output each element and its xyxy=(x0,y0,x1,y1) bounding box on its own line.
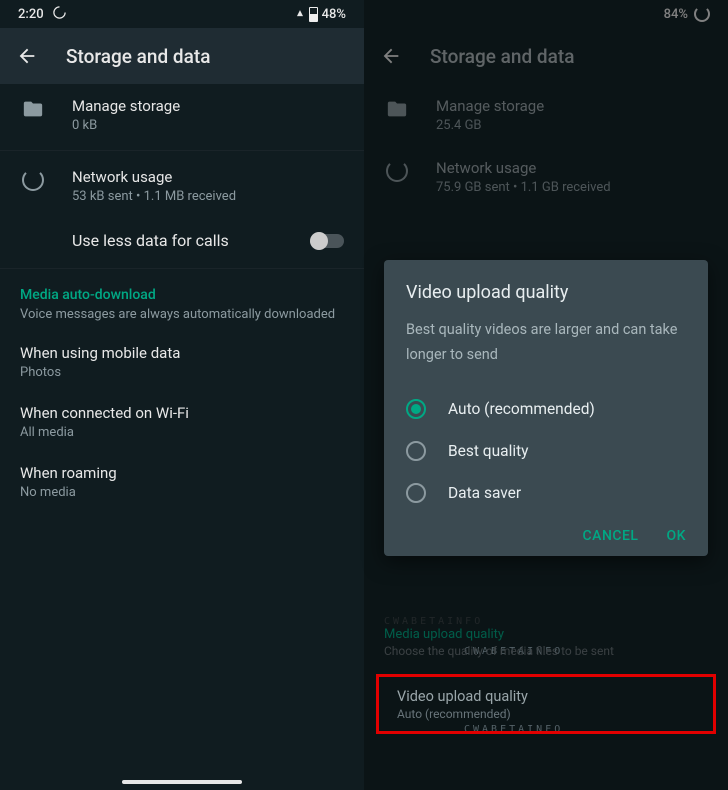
radio-option-auto[interactable]: Auto (recommended) xyxy=(406,388,686,430)
divider xyxy=(0,150,364,151)
radio-icon xyxy=(406,441,426,461)
media-auto-download-heading: Media auto-download xyxy=(0,273,364,307)
folder-icon xyxy=(22,98,44,116)
video-upload-quality-row-highlighted[interactable]: Video upload quality Auto (recommended) xyxy=(376,674,716,734)
phone-screenshot-right: 84% Storage and data Manage storage 25.4… xyxy=(364,0,728,790)
cancel-button[interactable]: CANCEL xyxy=(583,528,639,544)
radio-option-saver[interactable]: Data saver xyxy=(406,472,686,514)
video-upload-value: Auto (recommended) xyxy=(397,707,695,721)
video-upload-label: Video upload quality xyxy=(397,688,695,705)
video-upload-quality-dialog: Video upload quality Best quality videos… xyxy=(384,260,708,556)
roaming-value: No media xyxy=(20,485,344,500)
network-usage-value: 75.9 GB sent • 1.1 GB received xyxy=(436,180,712,195)
use-less-data-toggle[interactable] xyxy=(310,234,344,248)
radio-icon xyxy=(406,399,426,419)
network-usage-label: Network usage xyxy=(72,168,348,186)
back-arrow-icon[interactable] xyxy=(16,45,38,67)
page-title: Storage and data xyxy=(66,45,210,68)
dialog-description: Best quality videos are larger and can t… xyxy=(406,317,686,368)
mobile-data-value: Photos xyxy=(20,365,344,380)
mobile-data-row[interactable]: When using mobile data Photos xyxy=(0,332,364,392)
battery-text: 84% xyxy=(664,7,688,22)
folder-icon xyxy=(386,98,408,116)
network-usage-label: Network usage xyxy=(436,159,712,177)
radio-label: Data saver xyxy=(448,484,521,502)
media-upload-quality-section: CWABETAINFO Media upload quality Choose … xyxy=(364,620,728,658)
divider xyxy=(0,268,364,269)
wifi-value: All media xyxy=(20,425,344,440)
radio-icon xyxy=(406,483,426,503)
manage-storage-value: 25.4 GB xyxy=(436,118,712,133)
loading-icon xyxy=(694,6,710,22)
watermark-text: CWABETAINFO xyxy=(384,616,708,627)
manage-storage-value: 0 kB xyxy=(72,118,348,133)
wifi-row[interactable]: When connected on Wi-Fi All media xyxy=(0,392,364,452)
status-bar: 84% xyxy=(364,0,728,28)
manage-storage-row[interactable]: Manage storage 0 kB xyxy=(0,84,364,146)
use-less-data-row[interactable]: Use less data for calls xyxy=(0,217,364,264)
manage-storage-label: Manage storage xyxy=(436,97,712,115)
roaming-label: When roaming xyxy=(20,464,344,482)
data-usage-icon xyxy=(386,160,408,182)
status-time: 2:20 xyxy=(18,7,44,22)
radio-option-best[interactable]: Best quality xyxy=(406,430,686,472)
data-usage-icon xyxy=(22,169,44,191)
roaming-row[interactable]: When roaming No media xyxy=(0,452,364,512)
radio-label: Auto (recommended) xyxy=(448,400,595,418)
back-arrow-icon[interactable] xyxy=(380,45,402,67)
radio-label: Best quality xyxy=(448,442,529,460)
network-usage-row[interactable]: Network usage 53 kB sent • 1.1 MB receiv… xyxy=(0,155,364,217)
mobile-data-label: When using mobile data xyxy=(20,344,344,362)
media-upload-desc: Choose the quality of media files to be … xyxy=(384,644,708,658)
use-less-data-label: Use less data for calls xyxy=(72,231,229,250)
media-upload-heading: Media upload quality xyxy=(384,627,708,642)
manage-storage-row: Manage storage 25.4 GB xyxy=(364,84,728,146)
wifi-label: When connected on Wi-Fi xyxy=(20,404,344,422)
page-title: Storage and data xyxy=(430,45,574,68)
status-bar: 2:20 48% xyxy=(0,0,364,28)
app-bar: Storage and data xyxy=(364,28,728,84)
ok-button[interactable]: OK xyxy=(667,528,687,544)
dialog-title: Video upload quality xyxy=(406,282,686,303)
wifi-icon xyxy=(297,7,303,22)
app-bar: Storage and data xyxy=(0,28,364,84)
network-usage-row: Network usage 75.9 GB sent • 1.1 GB rece… xyxy=(364,146,728,208)
cloud-icon xyxy=(52,5,67,24)
manage-storage-label: Manage storage xyxy=(72,97,348,115)
nav-pill[interactable] xyxy=(122,780,242,784)
battery-indicator: 48% xyxy=(309,7,346,22)
media-auto-download-desc: Voice messages are always automatically … xyxy=(0,307,364,332)
network-usage-value: 53 kB sent • 1.1 MB received xyxy=(72,189,348,204)
phone-screenshot-left: 2:20 48% Storage and data Manage storage… xyxy=(0,0,364,790)
